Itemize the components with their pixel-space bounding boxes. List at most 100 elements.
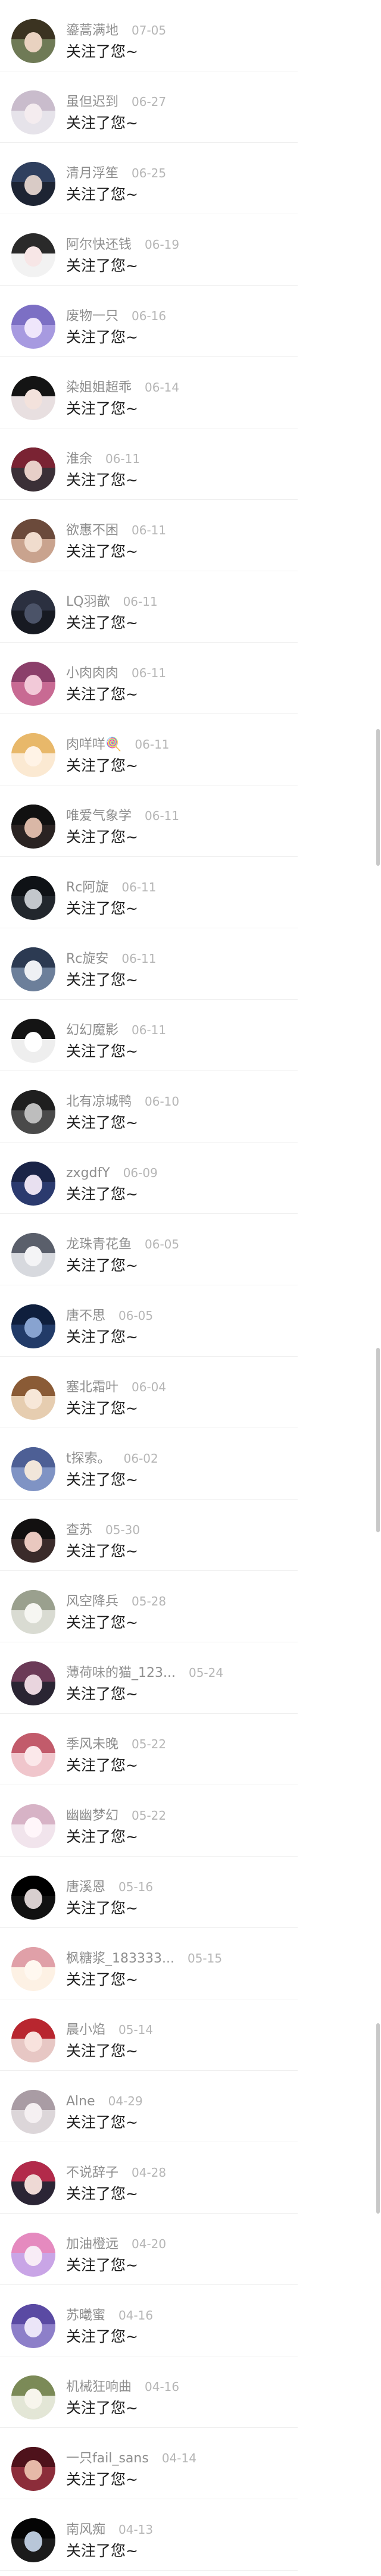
list-item[interactable]: 加油橙远 04-20 关注了您~ (0, 2214, 381, 2285)
list-item[interactable]: t探索。 06-02 关注了您~ (0, 1428, 381, 1500)
avatar[interactable] (11, 1947, 55, 1991)
list-item[interactable]: 枫糖浆_183333... 05-15 关注了您~ (0, 1928, 381, 1999)
list-item[interactable]: 欲惠不困 06-11 关注了您~ (0, 500, 381, 571)
avatar[interactable] (11, 1876, 55, 1920)
username[interactable]: 染姐姐超乖 (66, 380, 132, 395)
username[interactable]: 小肉肉肉 (66, 666, 118, 681)
username[interactable]: LQ羽歆 (66, 594, 110, 609)
username[interactable]: 薄荷味的猫_123... (66, 1666, 176, 1680)
username[interactable]: Rc旋安 (66, 951, 108, 966)
avatar[interactable] (11, 2233, 55, 2277)
list-item[interactable]: 幽幽梦幻 05-22 关注了您~ (0, 1785, 381, 1857)
avatar[interactable] (11, 447, 55, 492)
username[interactable]: 唐溪恩 (66, 1880, 105, 1895)
username[interactable]: 季风未晚 (66, 1737, 118, 1752)
avatar[interactable] (11, 662, 55, 706)
avatar[interactable] (11, 2518, 55, 2562)
avatar[interactable] (11, 19, 55, 63)
username[interactable]: 欲惠不困 (66, 523, 118, 538)
avatar[interactable] (11, 1162, 55, 1206)
list-item[interactable]: 季风未晚 05-22 关注了您~ (0, 1714, 381, 1785)
username[interactable]: 鎏蒿满地 (66, 23, 118, 38)
list-item[interactable]: 淮余 06-11 关注了您~ (0, 428, 381, 500)
avatar[interactable] (11, 805, 55, 849)
username[interactable]: 龙珠青花鱼 (66, 1237, 132, 1252)
list-item[interactable]: 南风痴 04-13 关注了您~ (0, 2499, 381, 2571)
avatar[interactable] (11, 1447, 55, 1491)
list-item[interactable]: 晨小焰 05-14 关注了您~ (0, 1999, 381, 2071)
list-item[interactable]: 小肉肉肉 06-11 关注了您~ (0, 643, 381, 714)
list-item[interactable]: 塞北霜叶 06-04 关注了您~ (0, 1357, 381, 1428)
username[interactable]: 晨小焰 (66, 2023, 105, 2037)
list-item[interactable]: 北有凉城鸭 06-10 关注了您~ (0, 1071, 381, 1143)
avatar[interactable] (11, 305, 55, 349)
username[interactable]: zxgdfY (66, 1166, 110, 1181)
list-item[interactable]: 鎏蒿满地 07-05 关注了您~ (0, 0, 381, 71)
avatar[interactable] (11, 1519, 55, 1563)
username[interactable]: 枫糖浆_183333... (66, 1951, 174, 1966)
avatar[interactable] (11, 1304, 55, 1348)
avatar[interactable] (11, 1733, 55, 1777)
username[interactable]: 苏曦蜜 (66, 2308, 105, 2323)
list-item[interactable]: 风空降兵 05-28 关注了您~ (0, 1571, 381, 1642)
avatar[interactable] (11, 2375, 55, 2420)
scrollbar[interactable] (376, 729, 380, 866)
list-item[interactable]: LQ羽歆 06-11 关注了您~ (0, 571, 381, 643)
username[interactable]: 一只fail_sans (66, 2451, 149, 2466)
avatar[interactable] (11, 1590, 55, 1634)
username[interactable]: t探索。 (66, 1451, 111, 1466)
avatar[interactable] (11, 2090, 55, 2134)
avatar[interactable] (11, 1804, 55, 1848)
avatar[interactable] (11, 519, 55, 563)
username[interactable]: 唯爱气象学 (66, 809, 132, 824)
list-item[interactable]: Rc阿旋 06-11 关注了您~ (0, 857, 381, 928)
avatar[interactable] (11, 2161, 55, 2205)
scrollbar[interactable] (376, 2023, 380, 2214)
list-item[interactable]: 废物一只 06-16 关注了您~ (0, 286, 381, 357)
username[interactable]: 幽幽梦幻 (66, 1808, 118, 1823)
list-item[interactable]: 唐不思 06-05 关注了您~ (0, 1285, 381, 1357)
avatar[interactable] (11, 1019, 55, 1063)
list-item[interactable]: 不说辞子 04-28 关注了您~ (0, 2142, 381, 2214)
username[interactable]: 幻幻魔影 (66, 1023, 118, 1038)
avatar[interactable] (11, 1376, 55, 1420)
username[interactable]: 不说辞子 (66, 2165, 118, 2180)
avatar[interactable] (11, 90, 55, 134)
username[interactable]: 塞北霜叶 (66, 1380, 118, 1395)
scrollbar[interactable] (376, 1348, 380, 1532)
list-item[interactable]: Rc旋安 06-11 关注了您~ (0, 928, 381, 1000)
avatar[interactable] (11, 1233, 55, 1277)
username[interactable]: 清月浮笙 (66, 166, 118, 181)
avatar[interactable] (11, 2304, 55, 2348)
avatar[interactable] (11, 1661, 55, 1705)
avatar[interactable] (11, 733, 55, 777)
list-item[interactable]: 唐溪恩 05-16 关注了您~ (0, 1857, 381, 1928)
username[interactable]: 机械狂响曲 (66, 2380, 132, 2395)
username[interactable]: Alne (66, 2094, 95, 2109)
username[interactable]: 淮余 (66, 452, 92, 467)
avatar[interactable] (11, 947, 55, 991)
list-item[interactable]: 虽但迟到 06-27 关注了您~ (0, 71, 381, 143)
username[interactable]: 虽但迟到 (66, 95, 118, 109)
list-item[interactable]: 染姐姐超乖 06-14 关注了您~ (0, 357, 381, 428)
avatar[interactable] (11, 1090, 55, 1134)
avatar[interactable] (11, 162, 55, 206)
avatar[interactable] (11, 2018, 55, 2062)
list-item[interactable]: 幻幻魔影 06-11 关注了您~ (0, 1000, 381, 1071)
avatar[interactable] (11, 376, 55, 420)
list-item[interactable]: 阿尔快还钱 06-19 关注了您~ (0, 214, 381, 286)
list-item[interactable]: 一只fail_sans 04-14 关注了您~ (0, 2428, 381, 2499)
username[interactable]: 唐不思 (66, 1309, 105, 1323)
list-item[interactable]: 肉咩咩🍭 06-11 关注了您~ (0, 714, 381, 785)
username[interactable]: 南风痴 (66, 2522, 105, 2537)
username[interactable]: Rc阿旋 (66, 880, 108, 895)
list-item[interactable]: 清月浮笙 06-25 关注了您~ (0, 143, 381, 214)
avatar[interactable] (11, 2447, 55, 2491)
username[interactable]: 北有凉城鸭 (66, 1094, 132, 1109)
list-item[interactable]: 机械狂响曲 04-16 关注了您~ (0, 2356, 381, 2428)
avatar[interactable] (11, 876, 55, 920)
list-item[interactable]: 查苏 05-30 关注了您~ (0, 1500, 381, 1571)
list-item[interactable]: 苏曦蜜 04-16 关注了您~ (0, 2285, 381, 2356)
list-item[interactable]: Alne 04-29 关注了您~ (0, 2071, 381, 2142)
username[interactable]: 加油橙远 (66, 2237, 118, 2252)
